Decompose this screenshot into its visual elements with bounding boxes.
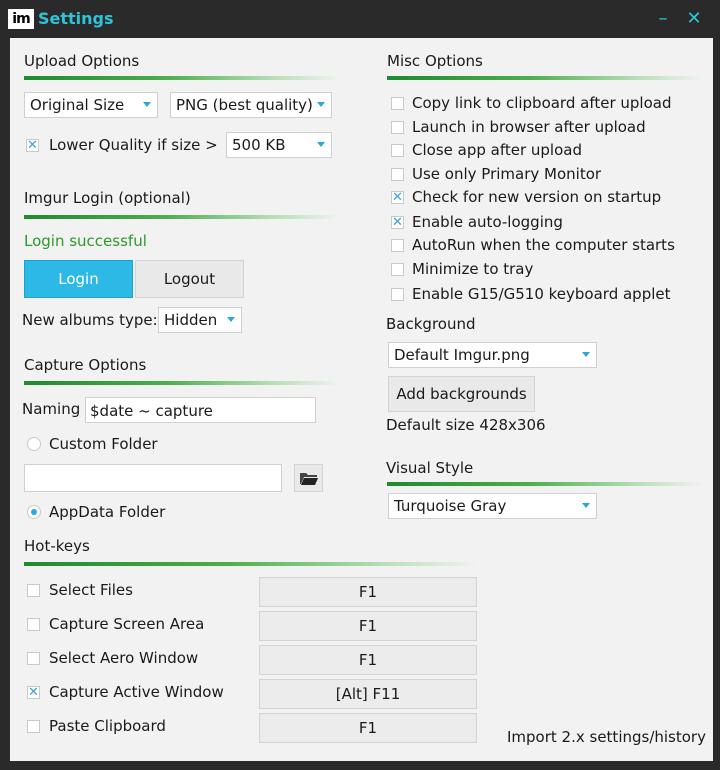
background-select[interactable]: Default Imgur.png: [388, 342, 597, 368]
upload-options-divider: [24, 76, 340, 80]
naming-input-value: $date ~ capture: [90, 402, 213, 420]
chevron-down-icon: [143, 102, 151, 107]
add-backgrounds-button[interactable]: Add backgrounds: [388, 376, 535, 412]
chevron-down-icon: [227, 317, 235, 322]
chevron-down-icon: [582, 352, 590, 357]
capture-options-divider: [24, 381, 340, 385]
imgur-logo: im: [8, 9, 34, 29]
hotkeys-divider: [24, 562, 478, 566]
format-select[interactable]: PNG (best quality): [170, 92, 332, 118]
naming-label: Naming: [22, 400, 81, 418]
size-limit-select[interactable]: 500 KB: [226, 132, 332, 158]
visual-style-heading: Visual Style: [386, 459, 474, 477]
visual-style-divider: [387, 482, 703, 486]
hotkey-checkbox-capture-screen-area[interactable]: [27, 618, 40, 631]
format-select-value: PNG (best quality): [176, 96, 313, 114]
hotkey-label-select-files: Select Files: [49, 581, 133, 599]
hotkey-label-capture-active-window: Capture Active Window: [49, 683, 224, 701]
hotkey-checkbox-paste-clipboard[interactable]: [27, 720, 40, 733]
hotkey-checkbox-select-files[interactable]: [27, 584, 40, 597]
login-divider: [24, 215, 340, 219]
albums-type-value: Hidden: [164, 311, 218, 329]
misc-checkbox-minimize-tray[interactable]: [391, 263, 404, 276]
misc-options-divider: [387, 76, 703, 80]
close-button[interactable]: ✕: [683, 8, 705, 30]
settings-content: Upload Options Original Size PNG (best q…: [10, 38, 713, 761]
background-heading: Background: [386, 315, 476, 333]
misc-label-auto-logging: Enable auto-logging: [412, 213, 563, 231]
hotkey-label-capture-screen-area: Capture Screen Area: [49, 615, 205, 633]
settings-window: im Settings – ✕ Upload Options Original …: [0, 0, 720, 770]
misc-checkbox-close-app[interactable]: [391, 144, 404, 157]
custom-folder-label: Custom Folder: [49, 435, 158, 453]
size-select-value: Original Size: [30, 96, 125, 114]
hotkey-button-paste-clipboard[interactable]: F1: [259, 713, 477, 743]
import-settings-link[interactable]: Import 2.x settings/history: [507, 728, 706, 746]
size-limit-value: 500 KB: [232, 136, 286, 154]
misc-label-minimize-tray: Minimize to tray: [412, 260, 534, 278]
custom-folder-radio[interactable]: [27, 437, 41, 451]
title-bar[interactable]: im Settings – ✕: [0, 0, 720, 38]
naming-input[interactable]: $date ~ capture: [85, 397, 316, 423]
misc-checkbox-check-version[interactable]: ✕: [391, 191, 404, 204]
misc-label-g15-applet: Enable G15/G510 keyboard applet: [412, 285, 671, 303]
login-button[interactable]: Login: [24, 260, 133, 298]
misc-checkbox-autorun[interactable]: [391, 239, 404, 252]
albums-type-label: New albums type:: [22, 311, 158, 329]
logout-button[interactable]: Logout: [135, 260, 244, 298]
albums-type-select[interactable]: Hidden: [158, 307, 242, 333]
capture-options-heading: Capture Options: [24, 356, 147, 374]
hotkey-button-capture-active-window[interactable]: [Alt] F11: [259, 679, 477, 709]
misc-label-check-version: Check for new version on startup: [412, 188, 662, 206]
misc-checkbox-launch-browser[interactable]: [391, 121, 404, 134]
window-title: Settings: [38, 9, 114, 28]
chevron-down-icon: [317, 142, 325, 147]
misc-label-launch-browser: Launch in browser after upload: [412, 118, 646, 136]
hotkey-checkbox-capture-active-window[interactable]: ✕: [27, 686, 40, 699]
appdata-folder-label: AppData Folder: [49, 503, 166, 521]
misc-label-close-app: Close app after upload: [412, 141, 582, 159]
misc-checkbox-copy-link[interactable]: [391, 97, 404, 110]
upload-options-heading: Upload Options: [24, 52, 140, 70]
hotkey-label-select-aero-window: Select Aero Window: [49, 649, 199, 667]
chevron-down-icon: [317, 102, 325, 107]
misc-checkbox-g15-applet[interactable]: [391, 288, 404, 301]
visual-style-value: Turquoise Gray: [394, 497, 507, 515]
lower-quality-label: Lower Quality if size >: [49, 136, 218, 154]
minimize-button[interactable]: –: [652, 8, 674, 30]
hotkey-button-select-aero-window[interactable]: F1: [259, 645, 477, 675]
login-status: Login successful: [24, 232, 147, 250]
hotkeys-heading: Hot-keys: [24, 537, 90, 555]
hotkey-label-paste-clipboard: Paste Clipboard: [49, 717, 166, 735]
misc-options-heading: Misc Options: [387, 52, 483, 70]
misc-label-copy-link: Copy link to clipboard after upload: [412, 94, 672, 112]
misc-checkbox-primary-monitor[interactable]: [391, 168, 404, 181]
hotkey-button-capture-screen-area[interactable]: F1: [259, 611, 477, 641]
chevron-down-icon: [582, 503, 590, 508]
appdata-folder-radio[interactable]: [27, 505, 41, 519]
size-select[interactable]: Original Size: [24, 92, 158, 118]
default-size-text: Default size 428x306: [386, 416, 546, 434]
login-heading: Imgur Login (optional): [24, 189, 191, 207]
folder-open-icon: [300, 473, 318, 485]
hotkey-checkbox-select-aero-window[interactable]: [27, 652, 40, 665]
browse-folder-button[interactable]: [294, 464, 323, 492]
misc-checkbox-auto-logging[interactable]: ✕: [391, 216, 404, 229]
lower-quality-checkbox[interactable]: ✕: [26, 139, 39, 152]
background-select-value: Default Imgur.png: [394, 346, 530, 364]
visual-style-select[interactable]: Turquoise Gray: [388, 493, 597, 519]
custom-folder-input[interactable]: [24, 464, 282, 492]
misc-label-autorun: AutoRun when the computer starts: [412, 236, 675, 254]
hotkey-button-select-files[interactable]: F1: [259, 577, 477, 607]
misc-label-primary-monitor: Use only Primary Monitor: [412, 165, 602, 183]
